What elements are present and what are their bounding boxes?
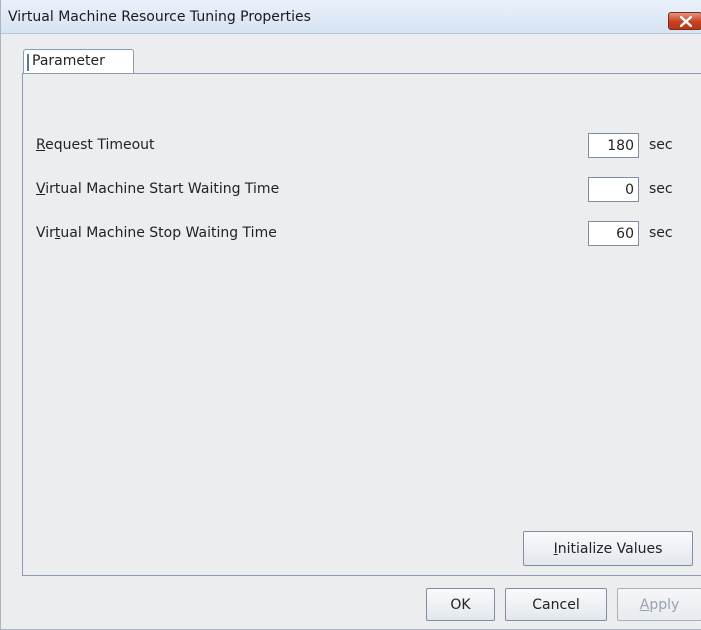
tab-parameter[interactable]: Parameter (23, 49, 134, 74)
request-timeout-label-post: equest Timeout (45, 137, 155, 153)
request-timeout-unit: sec (649, 137, 673, 153)
ok-button[interactable]: OK (426, 588, 495, 621)
initialize-label-rest: nitialize Values (557, 540, 663, 557)
title-bar[interactable]: Virtual Machine Resource Tuning Properti… (1, 0, 701, 34)
vm-stop-waiting-time-label: Virtual Machine Stop Waiting Time (36, 225, 277, 241)
vm-start-mnemonic: V (36, 181, 46, 197)
vm-stop-label-post: ual Machine Stop Waiting Time (60, 225, 277, 241)
properties-dialog: Virtual Machine Resource Tuning Properti… (0, 0, 701, 630)
tab-parameter-label: Parameter (32, 53, 105, 69)
vm-start-label-post: irtual Machine Start Waiting Time (45, 181, 280, 197)
vm-stop-waiting-time-unit: sec (649, 225, 673, 241)
window-title: Virtual Machine Resource Tuning Properti… (8, 9, 311, 25)
apply-mnemonic: A (639, 596, 650, 613)
vm-start-waiting-time-unit: sec (649, 181, 673, 197)
request-timeout-mnemonic: R (36, 137, 46, 153)
request-timeout-input[interactable] (588, 133, 639, 158)
vm-start-waiting-time-input[interactable] (588, 177, 639, 202)
request-timeout-label: Request Timeout (36, 137, 155, 153)
apply-label-rest: pply (649, 596, 680, 613)
cancel-button[interactable]: Cancel (505, 588, 607, 621)
vm-stop-waiting-time-input[interactable] (588, 221, 639, 246)
apply-button[interactable]: Apply (617, 588, 701, 621)
close-button[interactable] (668, 12, 701, 30)
vm-stop-label-pre: Vir (36, 225, 55, 241)
initialize-values-button[interactable]: Initialize Values (523, 531, 693, 566)
close-icon (680, 16, 692, 27)
vm-start-waiting-time-label: Virtual Machine Start Waiting Time (36, 181, 279, 197)
